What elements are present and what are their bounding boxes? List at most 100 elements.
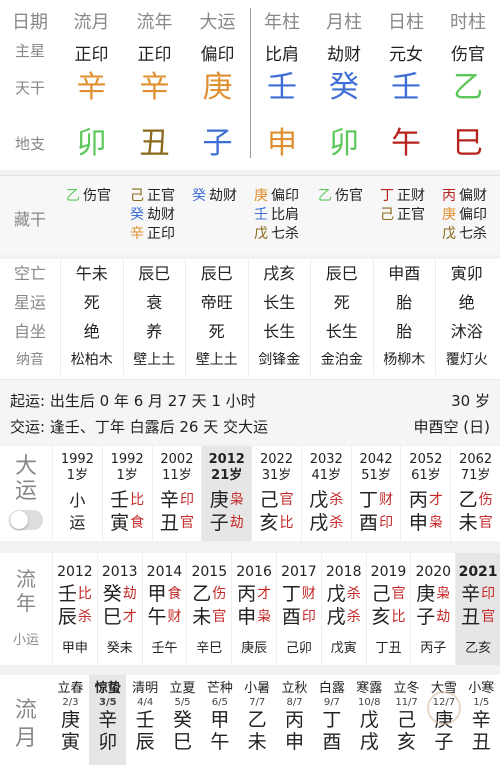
header-liuyue[interactable]: 流月 xyxy=(60,8,123,34)
dayun-year: 1992 xyxy=(110,452,144,467)
liunian-item[interactable]: 2018 戊戌杀杀戊寅 xyxy=(320,553,366,665)
zhi-char: 戌 xyxy=(326,606,346,628)
gan-cell: 乙 xyxy=(453,70,483,105)
liunian-item[interactable]: 2020 庚子枭劫丙子 xyxy=(410,553,455,665)
liuyue-item[interactable]: 立夏 5/5 癸巳 xyxy=(164,675,201,765)
dayun-year: 1992 xyxy=(60,452,94,467)
hidden-stem-char: 己 xyxy=(380,207,394,223)
liunian-item[interactable]: 2021 辛丑印官乙亥 xyxy=(455,553,500,665)
gan-char: 癸 xyxy=(102,583,122,605)
zhi-char: 寅 xyxy=(60,731,80,753)
dayun-item[interactable]: 2062 71岁乙未伤官 xyxy=(450,446,500,541)
ganzhi-chars: 壬辰 xyxy=(58,583,77,629)
dayun-toggle[interactable] xyxy=(8,510,43,530)
ganzhi-chars: 乙未 xyxy=(459,489,478,535)
zhi-god: 官 xyxy=(481,609,496,625)
info-cell: 寅卯 xyxy=(435,259,498,288)
dayun-item[interactable]: 2002 11岁辛丑印官 xyxy=(151,446,202,541)
header-liunian[interactable]: 流年 xyxy=(123,8,186,34)
liunian-year: 2014 xyxy=(146,564,183,580)
liuyue-item[interactable]: 白露 9/7 丁酉 xyxy=(313,675,350,765)
zhi-god: 杀 xyxy=(77,609,92,625)
info-cell: 绝 xyxy=(60,317,123,346)
dayun-year: 2012 xyxy=(208,452,245,467)
header-hour-pillar: 时柱 xyxy=(450,12,486,33)
info-cell: 辰巳 xyxy=(122,259,186,288)
liuyue-item[interactable]: 大雪 12/7 庚子 xyxy=(425,675,462,765)
kongwang-note: 申酉空 (日) xyxy=(413,418,490,436)
dayun-item[interactable]: 1992 1岁壬寅比食 xyxy=(101,446,152,541)
dayun-item[interactable]: 2012 21岁庚子枭劫 xyxy=(201,446,252,541)
liunian-item[interactable]: 2012 壬辰比杀甲申 xyxy=(52,553,97,665)
xiaoyun-value: 戊寅 xyxy=(330,641,357,656)
solar-term-date: 10/8 xyxy=(357,697,381,708)
ten-gods: 印官 xyxy=(180,489,194,535)
liuyue-item[interactable]: 立冬 11/7 己亥 xyxy=(388,675,425,765)
ganzhi-chars: 辛丑 xyxy=(461,583,480,629)
dayun-item[interactable]: 2022 31岁己亥官比 xyxy=(251,446,301,541)
ganzhi-chars: 辛丑 xyxy=(160,489,179,535)
info-cell: 长生 xyxy=(310,317,373,346)
gan-cell: 壬 xyxy=(391,70,421,105)
liuyue-item[interactable]: 小寒 1/5 辛丑 xyxy=(463,675,500,765)
liunian-item[interactable]: 2016 丙申才枭庚辰 xyxy=(231,553,276,665)
solar-term: 小暑 xyxy=(244,681,271,696)
hidden-stem-column: 己正官癸劫财辛正印 xyxy=(130,187,175,244)
gan-god: 才 xyxy=(257,586,272,602)
liuyue-item[interactable]: 立春 2/3 庚寅 xyxy=(52,675,89,765)
xiaoyun-value: 丁丑 xyxy=(375,641,402,656)
liunian-item[interactable]: 2019 己亥官比丁丑 xyxy=(365,553,411,665)
zhi-char: 酉 xyxy=(359,512,379,534)
xiaoyun-value: 壬午 xyxy=(151,641,178,656)
liunian-item[interactable]: 2014 甲午食财壬午 xyxy=(141,553,187,665)
liunian-item[interactable]: 2013 癸巳劫才癸未 xyxy=(96,553,142,665)
zhi-cell: 申 xyxy=(267,126,297,161)
liuyue-item[interactable]: 立秋 8/7 丙申 xyxy=(276,675,313,765)
solar-term-date: 6/5 xyxy=(211,697,228,708)
liuyue-item[interactable]: 清明 4/4 壬辰 xyxy=(126,675,163,765)
liuyue-item[interactable]: 小暑 7/7 乙未 xyxy=(239,675,276,765)
hidden-stem-god: 七杀 xyxy=(459,226,487,242)
zhi-char: 亥 xyxy=(259,512,279,534)
dayun-item[interactable]: 2042 51岁丁酉财印 xyxy=(350,446,401,541)
hidden-stem-char: 乙 xyxy=(66,188,80,204)
info-cell: 衰 xyxy=(122,288,186,317)
hidden-stem-char: 乙 xyxy=(318,188,332,204)
zhi-char: 未 xyxy=(247,731,267,753)
gan-char: 辛 xyxy=(98,709,118,731)
dayun-item[interactable]: 2052 61岁丙申才枭 xyxy=(400,446,450,541)
info-cell: 剑锋金 xyxy=(247,346,311,375)
hidden-stem-god: 劫财 xyxy=(209,188,237,204)
info-cell: 午未 xyxy=(60,259,123,288)
dayun-item[interactable]: 2032 41岁戊戌杀杀 xyxy=(300,446,351,541)
ten-gods: 才枭 xyxy=(429,489,443,535)
solar-term-date: 11/7 xyxy=(395,697,418,708)
ten-gods: 枭劫 xyxy=(230,489,244,535)
hidden-stem-god: 正官 xyxy=(397,207,425,223)
star-cell: 元女 xyxy=(389,45,423,65)
dayun-age: 61岁 xyxy=(411,468,441,483)
liunian-item[interactable]: 2017 丁酉财印己卯 xyxy=(275,553,321,665)
solar-term: 小寒 xyxy=(468,681,495,696)
hidden-stem-entry: 己正官 xyxy=(380,206,425,225)
dayun-item[interactable]: 1992 1岁小运 xyxy=(51,446,102,541)
xiaoyun-text: 小 xyxy=(69,491,86,510)
ganzhi-pair: 庚子枭劫 xyxy=(202,489,251,535)
solar-term: 立春 xyxy=(57,681,84,696)
info-cell: 胎 xyxy=(372,317,436,346)
hidden-stem-god: 偏财 xyxy=(459,188,487,204)
gan-char: 乙 xyxy=(192,583,212,605)
liunian-item[interactable]: 2015 乙未伤官辛巳 xyxy=(186,553,231,665)
liuyue-item[interactable]: 惊蛰 3/5 辛卯 xyxy=(89,675,127,765)
liuyue-item[interactable]: 芒种 6/5 甲午 xyxy=(201,675,238,765)
ten-gods: 比杀 xyxy=(78,583,92,629)
liuyue-item[interactable]: 寒露 10/8 戊戌 xyxy=(351,675,388,765)
hidden-stem-entry: 庚偏印 xyxy=(442,206,487,225)
header-dayun[interactable]: 大运 xyxy=(186,8,249,34)
hidden-stem-god: 劫财 xyxy=(147,207,175,223)
hidden-stem-entry: 丙偏财 xyxy=(442,187,487,206)
ten-gods: 比食 xyxy=(130,489,144,535)
ganzhi-pair: 丙申才枭 xyxy=(401,489,450,535)
info-row-label: 自坐 xyxy=(13,322,46,341)
xiaoyun-value: 甲申 xyxy=(61,641,88,656)
